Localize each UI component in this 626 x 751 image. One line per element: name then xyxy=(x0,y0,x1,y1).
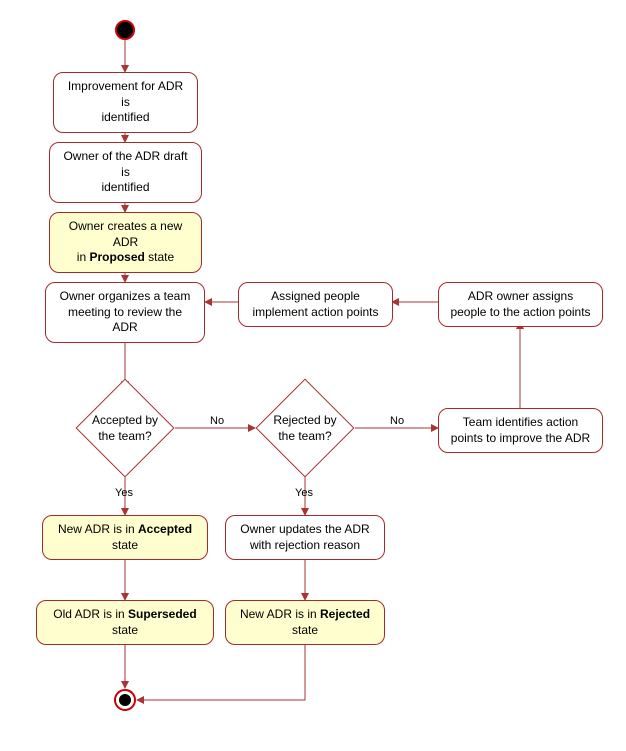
text: state xyxy=(112,623,138,637)
end-node-dot xyxy=(119,694,131,706)
state-bold: Accepted xyxy=(138,522,192,536)
state-bold: Superseded xyxy=(128,607,197,621)
text: ADR owner assigns xyxy=(468,289,573,303)
activity-old-adr-superseded: Old ADR is in Superseded state xyxy=(36,600,214,645)
state-bold: Rejected xyxy=(320,607,370,621)
text: state xyxy=(112,538,138,552)
text: Assigned people xyxy=(271,289,360,303)
activity-adr-accepted: New ADR is in Accepted state xyxy=(42,515,208,560)
activity-implement-action-points: Assigned people implement action points xyxy=(238,282,393,327)
text: identified xyxy=(101,110,149,124)
activity-update-rejection-reason: Owner updates the ADR with rejection rea… xyxy=(225,515,385,560)
text: identified xyxy=(101,180,149,194)
edge-label-d2-no: No xyxy=(390,415,404,427)
activity-identify-owner: Owner of the ADR draft is identified xyxy=(49,142,202,203)
state-bold: Proposed xyxy=(89,250,144,264)
text: implement action points xyxy=(252,305,378,319)
text: state xyxy=(292,623,318,637)
text: state xyxy=(145,250,174,264)
text: people to the action points xyxy=(450,305,590,319)
activity-identify-action-points: Team identifies action points to improve… xyxy=(438,408,603,453)
text: Improvement for ADR is xyxy=(68,79,183,109)
text: New ADR is in xyxy=(240,607,320,621)
edge-label-d1-no: No xyxy=(210,415,224,427)
edge-label-d1-yes: Yes xyxy=(115,487,133,499)
activity-create-adr-proposed: Owner creates a new ADR in Proposed stat… xyxy=(49,212,202,273)
text: meeting to review the ADR xyxy=(68,305,182,335)
text: with rejection reason xyxy=(250,538,360,552)
start-node xyxy=(116,21,134,39)
text: New ADR is in xyxy=(58,522,138,536)
activity-identify-improvement: Improvement for ADR is identified xyxy=(53,72,198,133)
edge-label-d2-yes: Yes xyxy=(295,487,313,499)
text: in xyxy=(77,250,90,264)
text: Team identifies action xyxy=(463,415,578,429)
activity-assign-people: ADR owner assigns people to the action p… xyxy=(438,282,603,327)
activity-team-meeting: Owner organizes a team meeting to review… xyxy=(45,282,205,343)
text: Owner organizes a team xyxy=(60,289,191,303)
text: Owner creates a new ADR xyxy=(69,219,182,249)
text: Owner updates the ADR xyxy=(240,522,369,536)
activity-adr-rejected: New ADR is in Rejected state xyxy=(225,600,385,645)
text: points to improve the ADR xyxy=(451,431,590,445)
text: Old ADR is in xyxy=(53,607,128,621)
text: Owner of the ADR draft is xyxy=(63,149,187,179)
